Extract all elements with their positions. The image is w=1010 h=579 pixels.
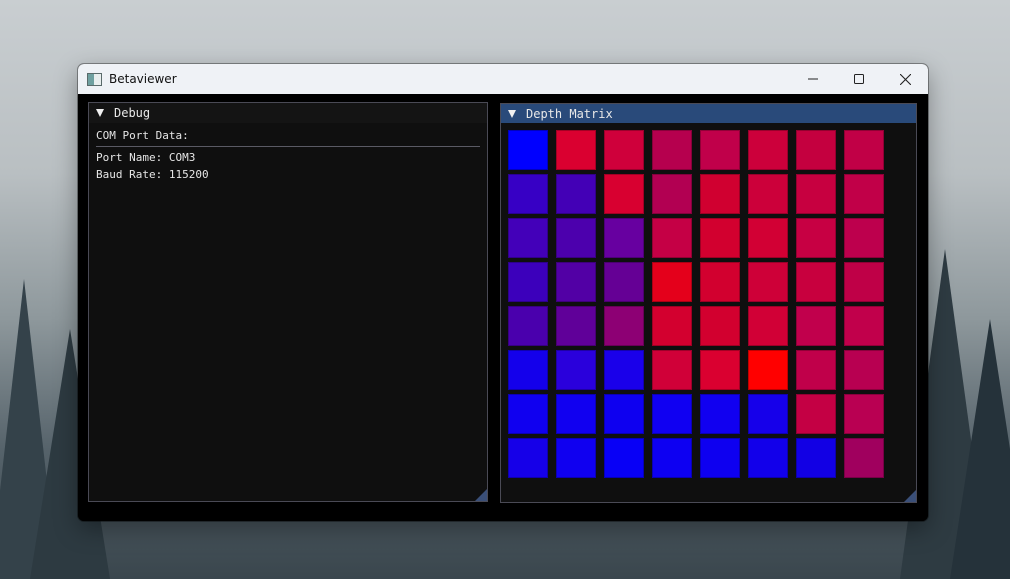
matrix-cell bbox=[556, 306, 596, 346]
matrix-cell bbox=[844, 130, 884, 170]
matrix-cell bbox=[508, 262, 548, 302]
matrix-cell bbox=[508, 174, 548, 214]
collapse-arrow-icon[interactable] bbox=[508, 109, 516, 118]
close-button[interactable] bbox=[882, 64, 928, 94]
matrix-cell bbox=[700, 262, 740, 302]
matrix-cell bbox=[604, 130, 644, 170]
port-name-text: Port Name: COM3 bbox=[96, 151, 196, 164]
matrix-cell bbox=[652, 394, 692, 434]
matrix-cell bbox=[556, 174, 596, 214]
matrix-cell bbox=[796, 262, 836, 302]
window-title: Betaviewer bbox=[109, 72, 177, 86]
matrix-cell bbox=[844, 262, 884, 302]
matrix-cell bbox=[652, 262, 692, 302]
matrix-cell bbox=[556, 262, 596, 302]
debug-panel-header[interactable]: Debug bbox=[89, 103, 487, 123]
matrix-cell bbox=[748, 262, 788, 302]
app-window: Betaviewer Debug COM Port Data: Port Nam… bbox=[78, 64, 928, 521]
matrix-cell bbox=[700, 394, 740, 434]
matrix-cell bbox=[508, 130, 548, 170]
matrix-cell bbox=[556, 218, 596, 258]
resize-grip[interactable] bbox=[904, 490, 916, 502]
matrix-cell bbox=[604, 262, 644, 302]
matrix-cell bbox=[508, 306, 548, 346]
matrix-cell bbox=[796, 218, 836, 258]
matrix-cell bbox=[556, 350, 596, 390]
matrix-cell bbox=[844, 394, 884, 434]
matrix-cell bbox=[748, 350, 788, 390]
matrix-cell bbox=[700, 218, 740, 258]
matrix-cell bbox=[796, 174, 836, 214]
app-icon bbox=[87, 72, 102, 86]
matrix-cell bbox=[844, 438, 884, 478]
debug-panel-title: Debug bbox=[114, 106, 151, 120]
matrix-cell bbox=[700, 306, 740, 346]
matrix-cell bbox=[796, 394, 836, 434]
matrix-cell bbox=[556, 394, 596, 434]
title-bar[interactable]: Betaviewer bbox=[78, 64, 928, 94]
minimize-button[interactable] bbox=[790, 64, 836, 94]
resize-grip[interactable] bbox=[475, 489, 487, 501]
matrix-cell bbox=[652, 218, 692, 258]
matrix-cell bbox=[748, 394, 788, 434]
close-icon bbox=[899, 73, 911, 85]
matrix-cell bbox=[748, 438, 788, 478]
maximize-icon bbox=[854, 74, 864, 84]
depth-matrix-panel: Depth Matrix bbox=[500, 103, 917, 503]
matrix-cell bbox=[604, 438, 644, 478]
matrix-cell bbox=[844, 306, 884, 346]
matrix-cell bbox=[700, 350, 740, 390]
matrix-cell bbox=[556, 130, 596, 170]
separator bbox=[96, 146, 480, 147]
matrix-cell bbox=[508, 438, 548, 478]
matrix-cell bbox=[604, 350, 644, 390]
matrix-cell bbox=[700, 130, 740, 170]
matrix-cell bbox=[748, 218, 788, 258]
depth-matrix-header[interactable]: Depth Matrix bbox=[501, 104, 916, 123]
baud-rate-text: Baud Rate: 115200 bbox=[96, 168, 209, 181]
matrix-cell bbox=[652, 130, 692, 170]
matrix-cell bbox=[604, 306, 644, 346]
matrix-cell bbox=[508, 350, 548, 390]
window-controls bbox=[790, 64, 928, 94]
minimize-icon bbox=[808, 78, 818, 80]
matrix-cell bbox=[652, 350, 692, 390]
matrix-cell bbox=[796, 438, 836, 478]
com-port-heading: COM Port Data: bbox=[96, 129, 189, 142]
matrix-cell bbox=[604, 394, 644, 434]
matrix-cell bbox=[796, 130, 836, 170]
matrix-cell bbox=[844, 218, 884, 258]
matrix-cell bbox=[508, 394, 548, 434]
matrix-cell bbox=[652, 174, 692, 214]
matrix-cell bbox=[700, 438, 740, 478]
matrix-cell bbox=[604, 218, 644, 258]
matrix-cell bbox=[748, 130, 788, 170]
debug-panel: Debug COM Port Data: Port Name: COM3 Bau… bbox=[88, 102, 488, 502]
collapse-arrow-icon[interactable] bbox=[96, 109, 104, 117]
matrix-cell bbox=[748, 174, 788, 214]
matrix-cell bbox=[508, 218, 548, 258]
tree-silhouette bbox=[950, 319, 1010, 579]
client-area: Debug COM Port Data: Port Name: COM3 Bau… bbox=[78, 94, 928, 521]
maximize-button[interactable] bbox=[836, 64, 882, 94]
matrix-cell bbox=[796, 306, 836, 346]
matrix-cell bbox=[652, 306, 692, 346]
matrix-cell bbox=[748, 306, 788, 346]
matrix-cell bbox=[844, 350, 884, 390]
matrix-cell bbox=[652, 438, 692, 478]
matrix-cell bbox=[604, 174, 644, 214]
matrix-cell bbox=[700, 174, 740, 214]
depth-matrix-title: Depth Matrix bbox=[526, 106, 613, 121]
matrix-cell bbox=[556, 438, 596, 478]
matrix-cell bbox=[844, 174, 884, 214]
matrix-cell bbox=[796, 350, 836, 390]
